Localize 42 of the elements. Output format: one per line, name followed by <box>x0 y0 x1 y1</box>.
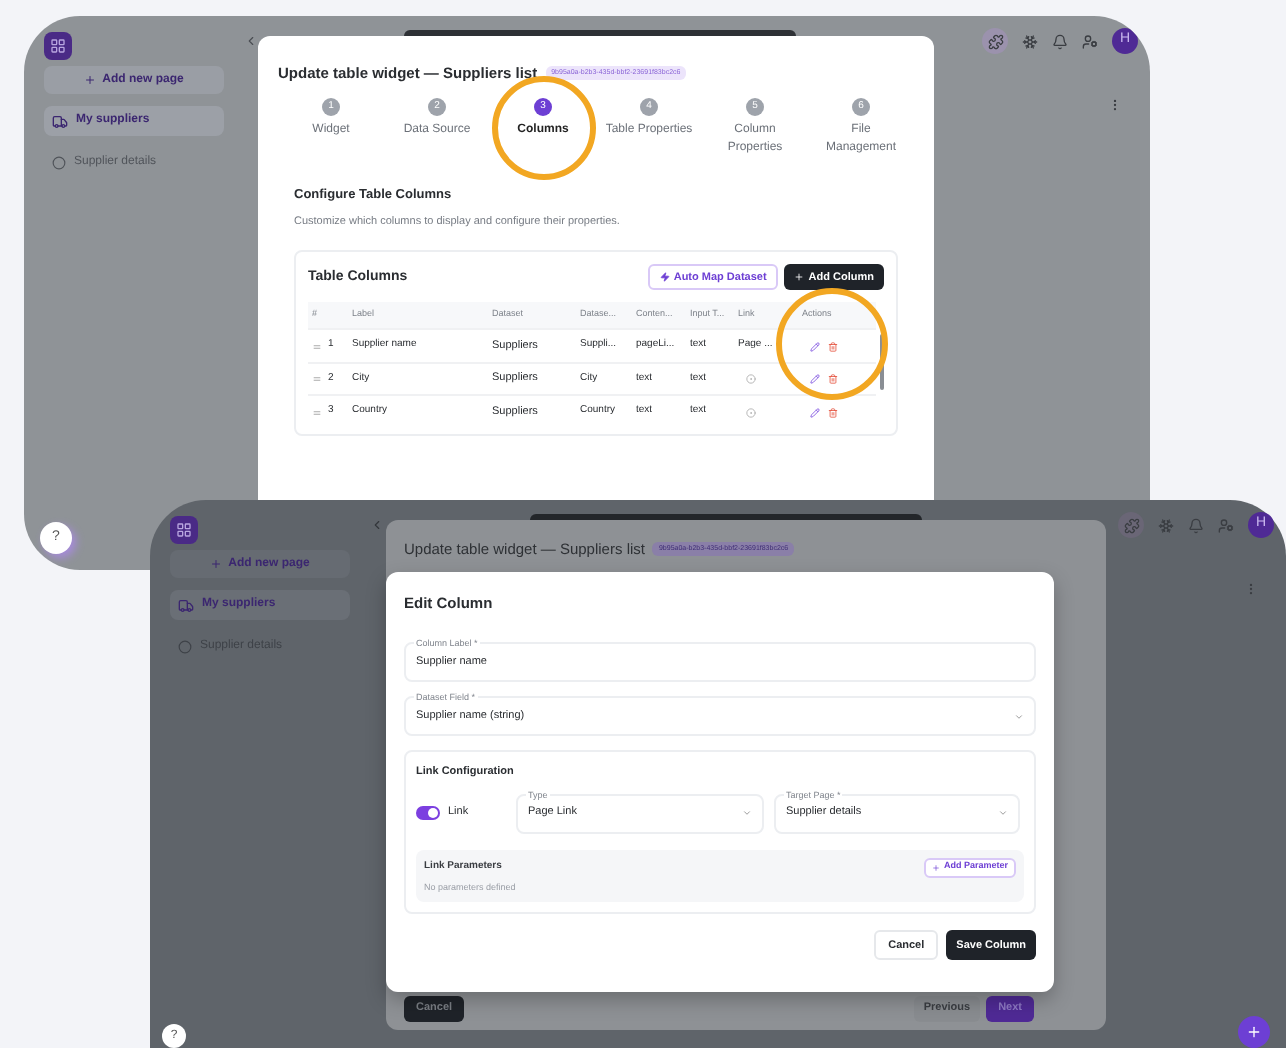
bolt-icon <box>659 272 670 283</box>
plus-icon <box>1246 1024 1262 1040</box>
plus-icon <box>210 558 223 570</box>
link-toggle[interactable] <box>416 806 440 820</box>
delete-icon[interactable] <box>828 374 838 384</box>
circle-icon <box>746 374 756 384</box>
plus-icon <box>794 272 805 283</box>
drag-handle-icon[interactable] <box>312 374 322 384</box>
chevron-down-icon <box>742 808 752 818</box>
back-icon <box>370 518 384 532</box>
puzzle-button[interactable] <box>1118 512 1144 538</box>
scrollbar <box>880 334 884 391</box>
bell-icon[interactable] <box>1188 517 1204 533</box>
snowflake-icon[interactable] <box>1158 517 1174 533</box>
drag-handle-icon[interactable] <box>312 407 322 417</box>
circle-icon <box>178 640 192 654</box>
circle-icon <box>746 407 756 417</box>
user-settings-icon[interactable] <box>1218 517 1234 533</box>
plus-icon <box>931 863 940 871</box>
grid-icon <box>50 38 66 54</box>
highlight-ring <box>776 288 888 400</box>
edit-icon[interactable] <box>810 407 820 417</box>
add-button[interactable] <box>1238 1016 1270 1048</box>
drag-handle-icon[interactable] <box>312 341 322 351</box>
edit-icon[interactable] <box>810 341 820 351</box>
truck-icon <box>52 113 68 129</box>
truck-icon <box>178 597 194 613</box>
chevron-down-icon <box>1014 711 1024 722</box>
delete-icon[interactable] <box>828 407 838 417</box>
puzzle-icon <box>987 33 1003 49</box>
user-settings-icon[interactable] <box>1082 33 1098 49</box>
puzzle-button[interactable] <box>982 28 1008 54</box>
bell-icon[interactable] <box>1052 33 1068 49</box>
plus-icon <box>84 74 97 86</box>
circle-icon <box>52 156 66 170</box>
back-icon <box>244 34 258 48</box>
edit-icon[interactable] <box>810 374 820 384</box>
grid-icon <box>176 522 192 538</box>
chevron-down-icon <box>998 808 1008 818</box>
delete-icon[interactable] <box>828 341 838 351</box>
snowflake-icon[interactable] <box>1022 33 1038 49</box>
puzzle-icon <box>1123 517 1139 533</box>
